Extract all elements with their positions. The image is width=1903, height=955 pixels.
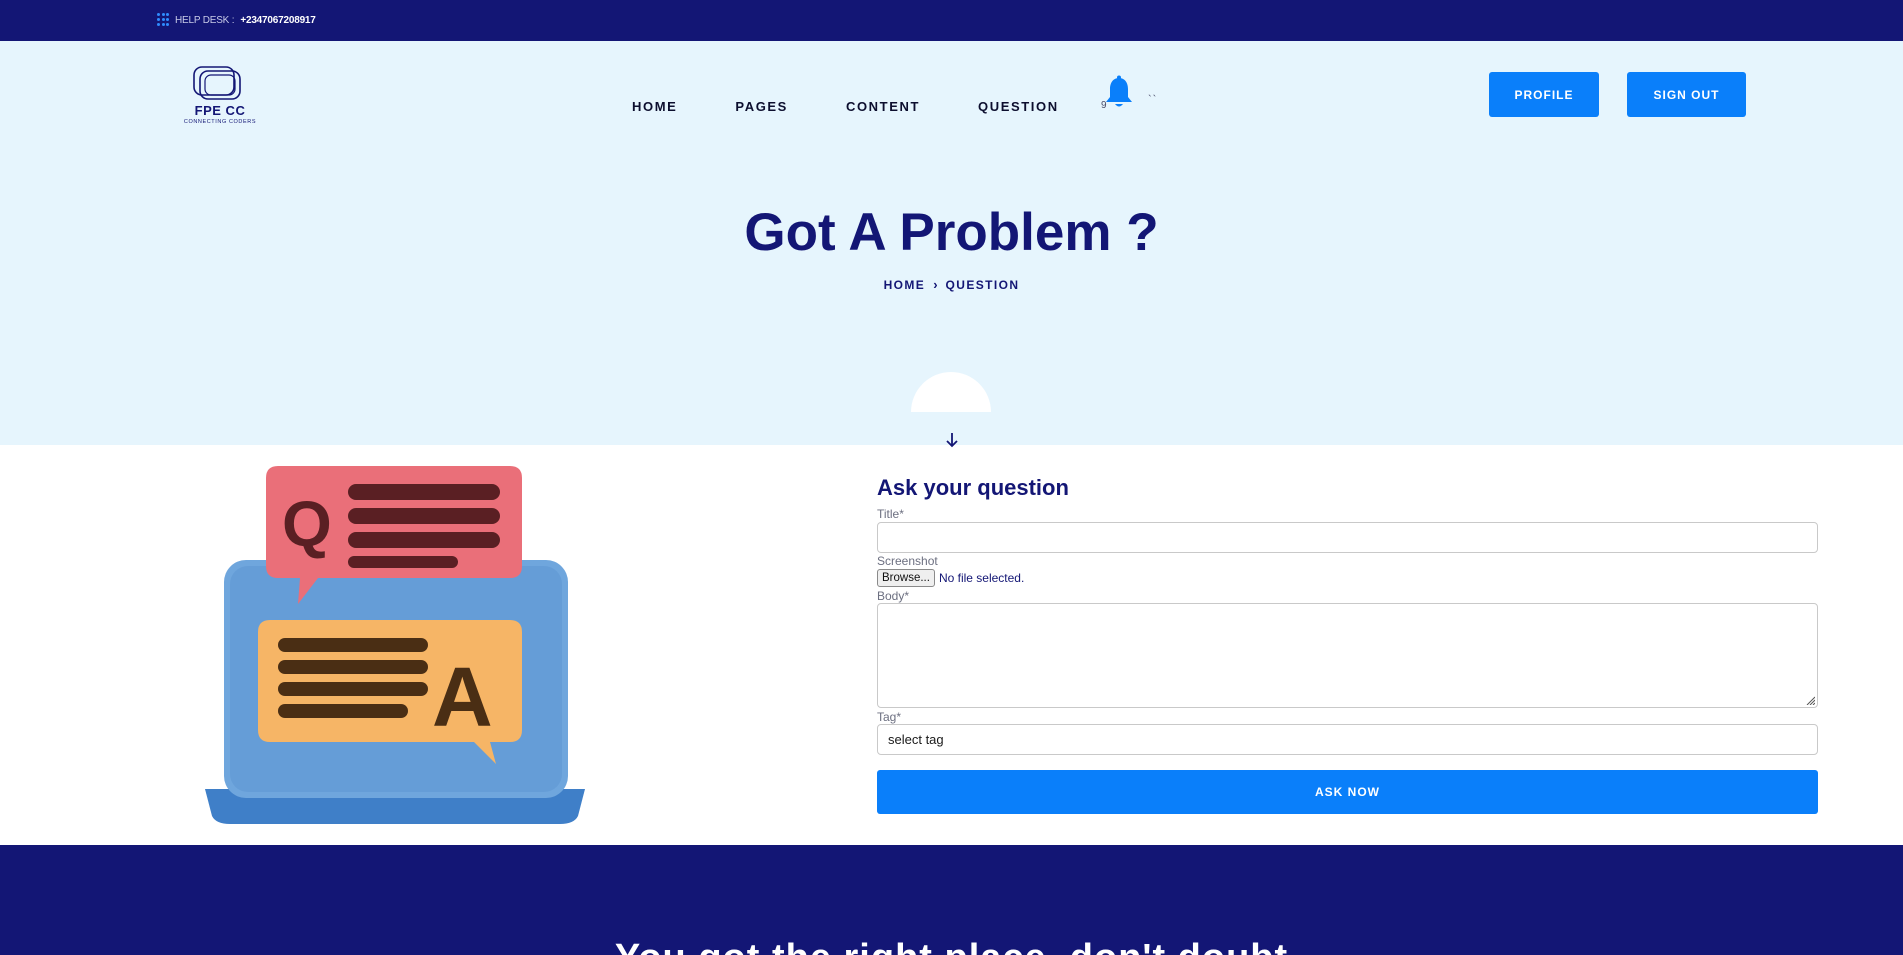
- notification-extra: ``: [1148, 94, 1158, 106]
- sign-out-button[interactable]: SIGN OUT: [1627, 72, 1746, 117]
- qa-laptop-illustration: Q A: [205, 466, 585, 824]
- page-title: Got A Problem ?: [744, 203, 1159, 262]
- main-nav: HOME PAGES CONTENT QUESTION: [632, 99, 1059, 114]
- logo-mark-icon: [193, 66, 241, 100]
- profile-button[interactable]: PROFILE: [1489, 72, 1599, 117]
- nav-item-home[interactable]: HOME: [632, 99, 677, 114]
- screenshot-file-input: Browse... No file selected.: [877, 569, 1024, 587]
- breadcrumb-home[interactable]: HOME: [884, 278, 926, 292]
- logo-name: FPE CC: [194, 103, 246, 118]
- file-status: No file selected.: [938, 571, 1025, 585]
- notification-count: 9: [1101, 100, 1107, 111]
- helpdesk-number[interactable]: +2347067208917: [240, 15, 316, 26]
- ask-now-button[interactable]: ASK NOW: [877, 770, 1818, 814]
- footer-band: You got the right place, don't doubt: [0, 845, 1903, 955]
- svg-text:Q: Q: [282, 488, 332, 560]
- tag-select[interactable]: select tag: [877, 724, 1818, 755]
- chevron-right-icon: ›: [933, 277, 938, 292]
- form-heading: Ask your question: [877, 475, 1069, 500]
- breadcrumb-current: QUESTION: [945, 277, 1020, 292]
- nav-item-question[interactable]: QUESTION: [978, 99, 1059, 114]
- resize-handle-icon[interactable]: [1805, 695, 1815, 705]
- breadcrumb: HOME › QUESTION: [0, 277, 1903, 292]
- helpdesk-label: HELP DESK :: [175, 14, 235, 26]
- title-label: Title*: [877, 507, 904, 521]
- bell-icon[interactable]: [1104, 75, 1134, 111]
- helpdesk: HELP DESK : +2347067208917: [157, 13, 316, 27]
- body-textarea[interactable]: [877, 603, 1818, 708]
- browse-button[interactable]: Browse...: [877, 569, 935, 587]
- svg-text:A: A: [432, 650, 493, 744]
- nav-item-pages[interactable]: PAGES: [735, 99, 788, 114]
- nav-item-content[interactable]: CONTENT: [846, 99, 920, 114]
- screenshot-label: Screenshot: [877, 554, 938, 568]
- top-bar: HELP DESK : +2347067208917: [0, 0, 1903, 41]
- body-label: Body*: [877, 589, 910, 603]
- arrow-down-icon[interactable]: [944, 431, 960, 449]
- logo-tagline: CONNECTING CODERS: [183, 119, 257, 125]
- footer-heading: You got the right place, don't doubt: [0, 937, 1903, 955]
- site-logo[interactable]: FPE CC CONNECTING CODERS: [174, 63, 266, 129]
- tag-label: Tag*: [877, 710, 902, 724]
- title-input[interactable]: [877, 522, 1818, 553]
- keypad-icon: [157, 13, 169, 27]
